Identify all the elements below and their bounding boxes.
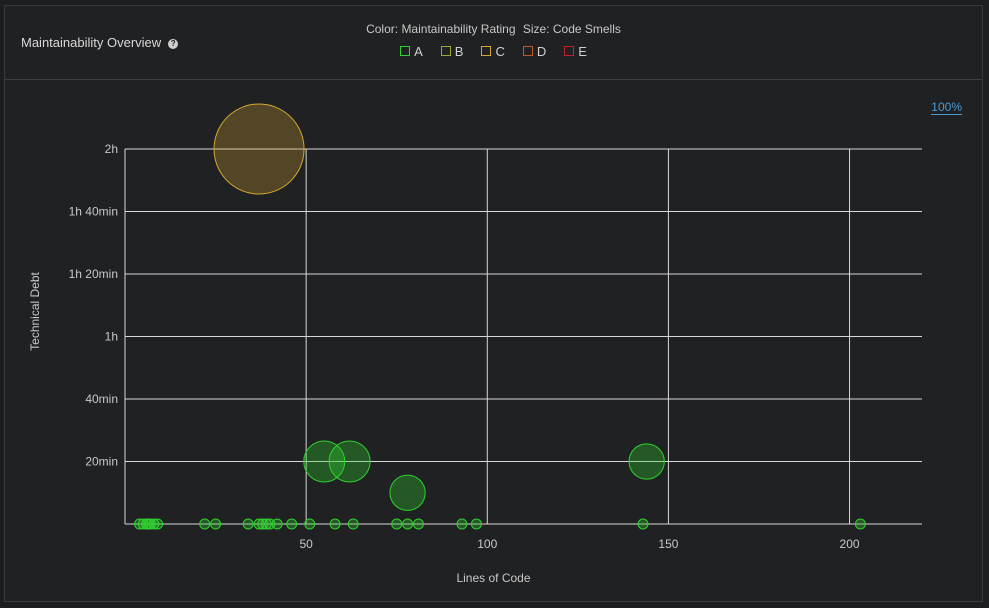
x-tick-label: 200 <box>840 537 860 551</box>
bubble-a <box>328 440 371 483</box>
y-tick-label: 1h 20min <box>69 267 118 281</box>
bubble-a <box>637 518 649 530</box>
bubble-a <box>271 518 283 530</box>
bubble-a <box>854 518 866 530</box>
bubble-a <box>389 474 426 511</box>
x-tick-label: 100 <box>477 537 497 551</box>
x-tick-label: 50 <box>299 537 313 551</box>
bubble-a <box>286 518 298 530</box>
bubble-a <box>412 518 424 530</box>
bubble-a <box>391 518 403 530</box>
y-tick-label: 20min <box>85 455 118 469</box>
bubble-chart: 20min 40min 1h 1h 20min 1h 40min 2h 50 100 150 20… <box>28 103 922 585</box>
bubble-a <box>347 518 359 530</box>
y-tick-label: 40min <box>85 392 118 406</box>
bubble-c <box>213 103 305 195</box>
y-tick-label: 1h 40min <box>69 205 118 219</box>
bubble-a <box>152 518 164 530</box>
bubble-a <box>210 518 222 530</box>
bubble-a <box>628 443 665 480</box>
bubble-a <box>470 518 482 530</box>
y-tick-label: 2h <box>105 142 118 156</box>
bubble-a <box>329 518 341 530</box>
x-tick-label: 150 <box>658 537 678 551</box>
bubble-a <box>402 518 414 530</box>
bubble-a <box>242 518 254 530</box>
y-tick-label: 1h <box>105 330 118 344</box>
x-axis-title: Lines of Code <box>456 571 530 585</box>
bubble-a <box>199 518 211 530</box>
bubble-a <box>304 518 316 530</box>
bubble-a <box>456 518 468 530</box>
y-axis-title: Technical Debt <box>28 271 42 350</box>
